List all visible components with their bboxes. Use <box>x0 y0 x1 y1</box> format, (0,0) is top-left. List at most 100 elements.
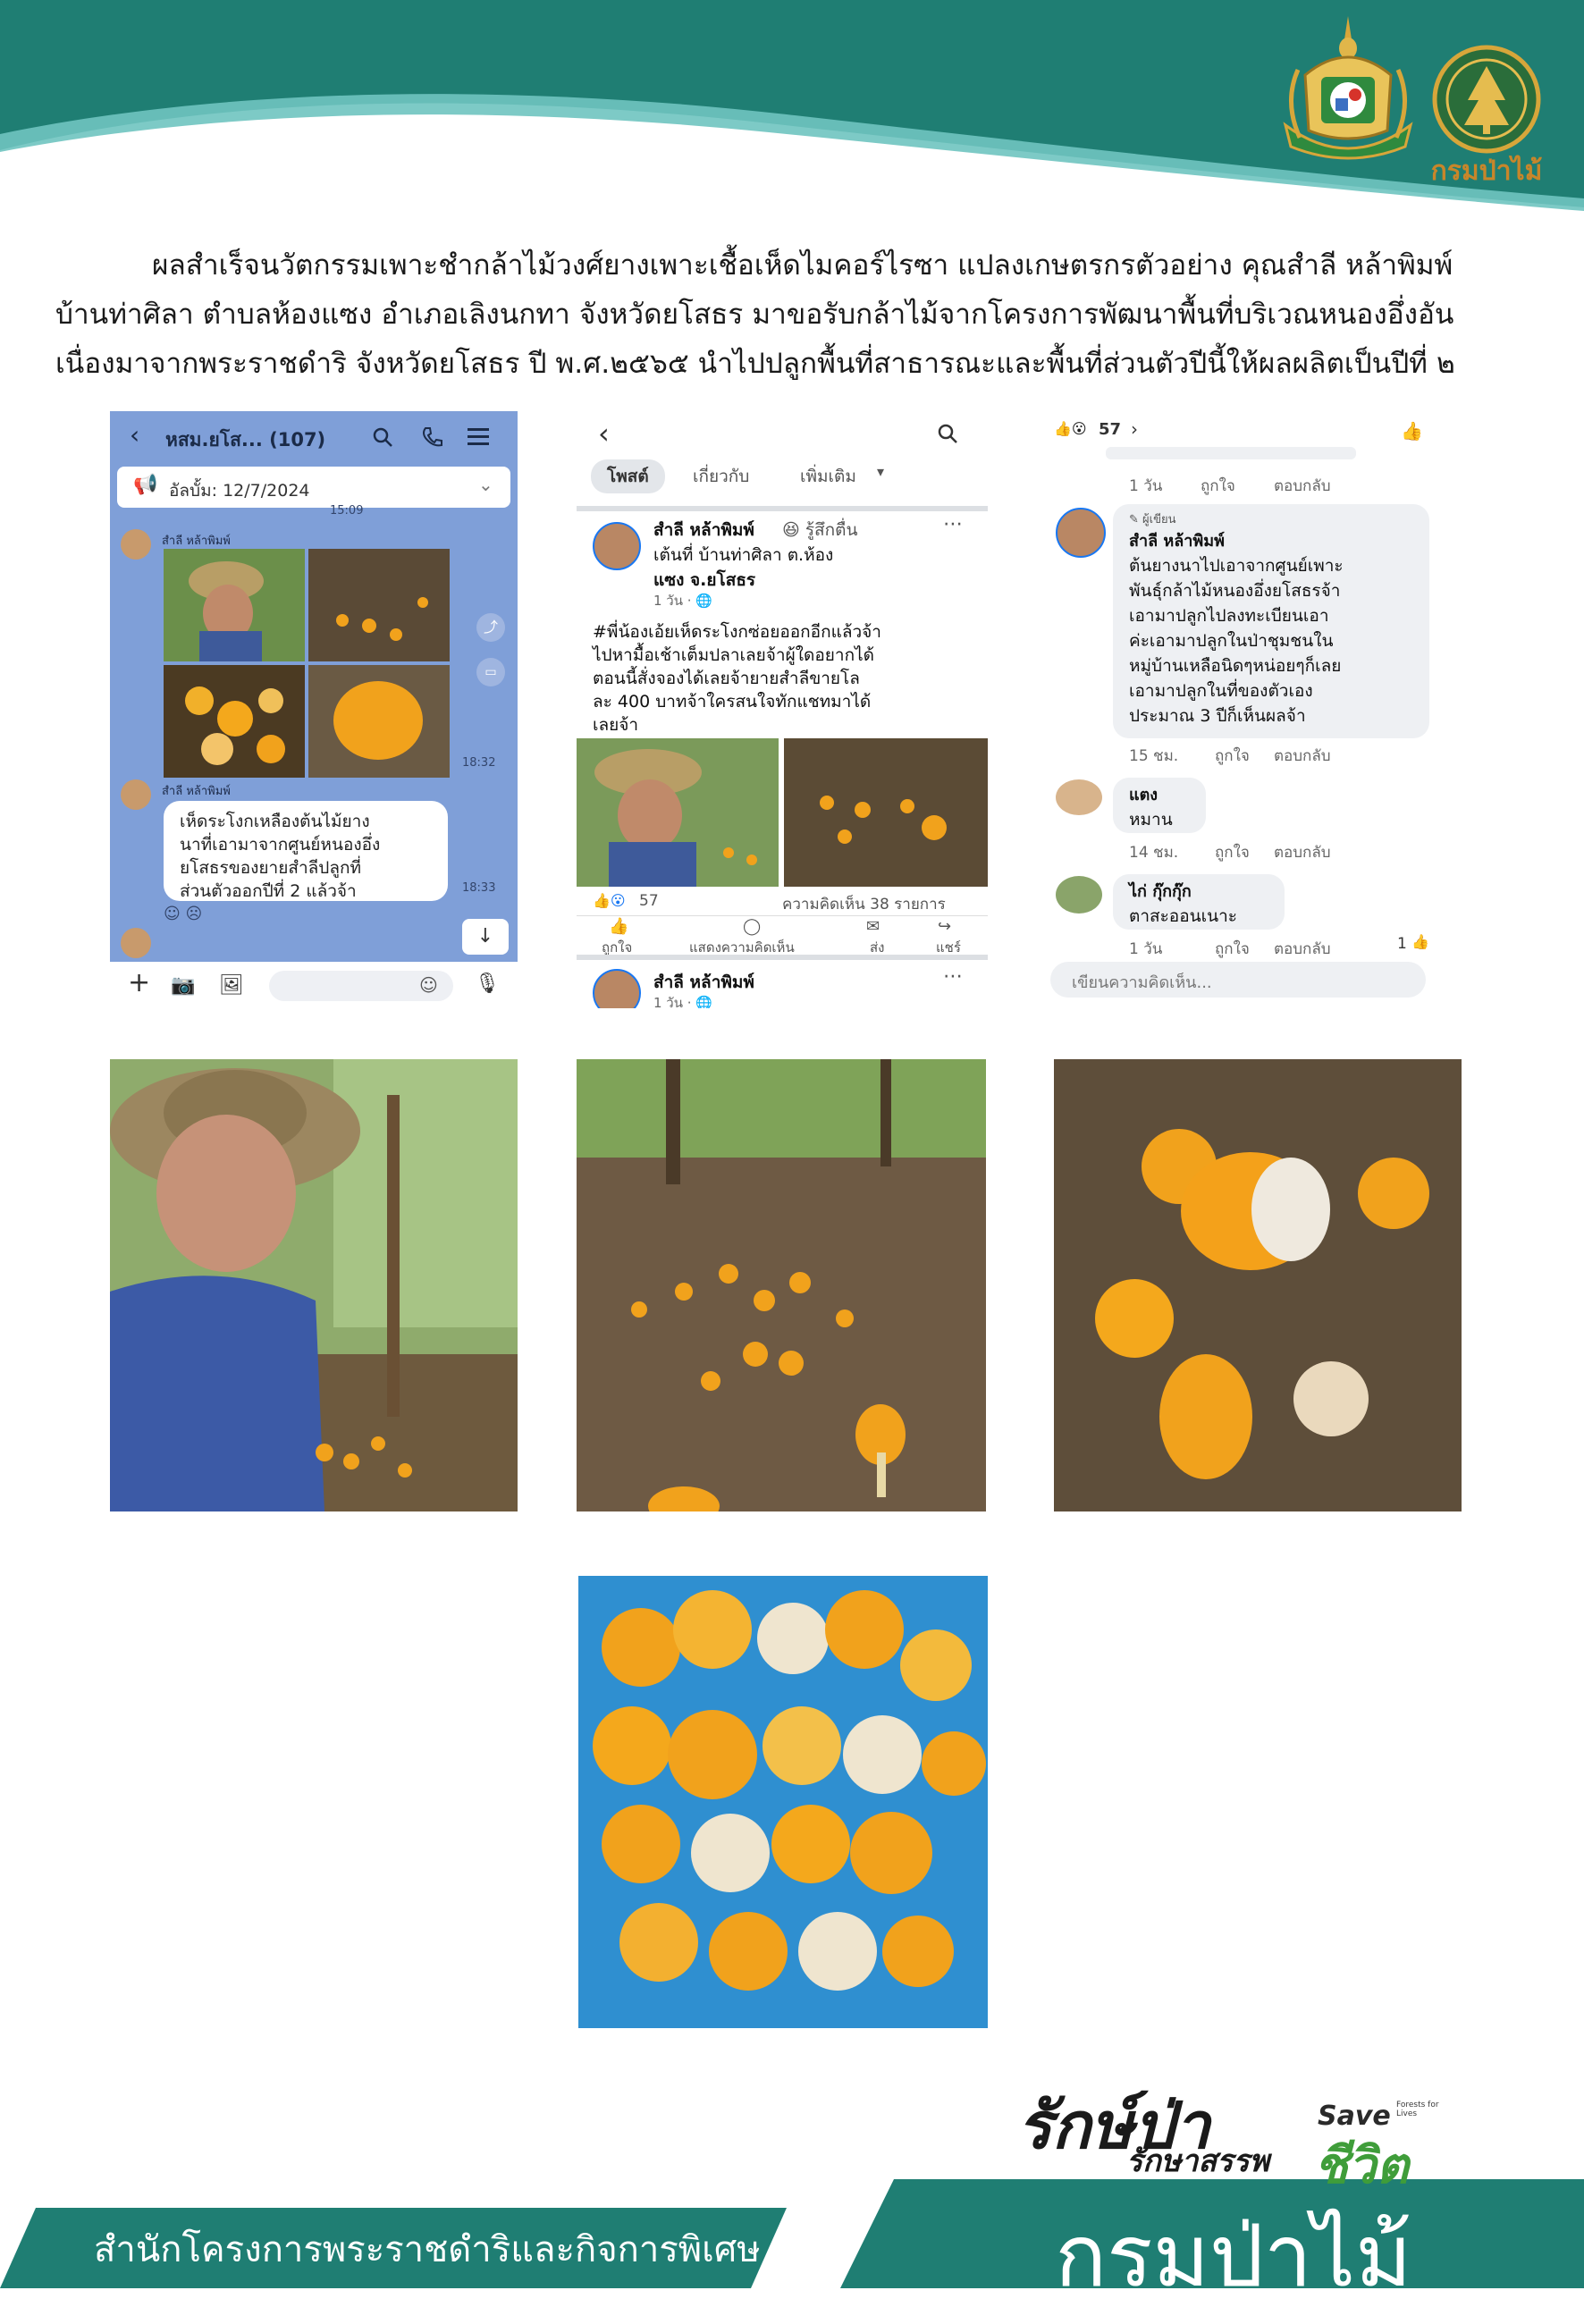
microphone-icon[interactable]: 🎙 <box>475 973 500 995</box>
tab-more[interactable]: เพิ่มเติม <box>800 463 856 490</box>
feeling-text: เต้นที่ บ้านท่าศิลา ต.ห้อง <box>653 545 834 565</box>
comment-line: เอามาปลูกในที่ของตัวเอง <box>1129 681 1313 701</box>
reply-link[interactable]: ตอบกลับ <box>1274 937 1331 961</box>
comment-line: หมู่บ้านเหลือนิดๆหน่อยๆก็เลย <box>1129 656 1342 676</box>
search-icon[interactable] <box>936 422 959 445</box>
reply-link[interactable]: ตอบกลับ <box>1274 840 1331 864</box>
author-badge-label: ผู้เขียน <box>1142 513 1176 526</box>
scroll-down-button[interactable]: ↓ <box>462 919 509 955</box>
chat-group-title: หสม.ยโส... (107) <box>165 429 326 450</box>
share-icon[interactable]: ⤴ <box>476 613 505 642</box>
line-chat-screenshot: ‹ หสม.ยโส... (107) 📢 อัลบั้ม: 12/7/2024 … <box>110 411 518 1008</box>
comment-meta: 1 วัน <box>1129 477 1163 495</box>
sender-name: สำลี หล้าพิมพ์ <box>162 535 231 548</box>
campaign-save-small-text: Forests for Lives <box>1396 2101 1439 2118</box>
chat-photo-grid[interactable] <box>164 549 450 778</box>
avatar[interactable] <box>1056 876 1102 914</box>
comment-line: พันธุ์กล้าไม้หนองอึ่งยโสธรจ้า <box>1129 581 1341 601</box>
commenter-name[interactable]: สำลี หล้าพิมพ์ <box>1129 527 1225 553</box>
chevron-down-icon[interactable]: ⌄ <box>478 474 493 495</box>
post-time: 1 วัน · 🌐 <box>653 995 712 1008</box>
avatar <box>121 529 151 560</box>
photo-mushrooms-forest-floor <box>577 1059 986 1511</box>
like-link[interactable]: ถูกใจ <box>1215 840 1250 864</box>
message-line: ส่วนตัวออกปีที่ 2 แล้วจ้า <box>180 881 357 901</box>
more-options-icon[interactable]: ⋯ <box>943 965 963 988</box>
comment-input-placeholder: เขียนความคิดเห็น... <box>1072 973 1212 992</box>
author-badge: ✎ ผู้เขียน <box>1129 513 1176 526</box>
emoji-icon[interactable]: ☺ <box>419 974 438 996</box>
search-icon[interactable] <box>371 425 394 449</box>
message-time: 18:32 <box>462 756 496 770</box>
comment-count[interactable]: ความคิดเห็น 38 รายการ <box>782 892 946 916</box>
tab-posts[interactable]: โพสต์ <box>591 459 665 493</box>
campaign-sub-text: รักษาสรรพ <box>1126 2143 1270 2179</box>
avatar[interactable] <box>593 522 641 570</box>
send-icon[interactable]: ✉ <box>866 917 880 936</box>
save-forests-campaign-logo: รักษ์ป่า รักษาสรรพ Save Forests for Live… <box>1017 2074 1459 2195</box>
reply-link[interactable]: ตอบกลับ <box>1274 474 1331 498</box>
album-label: อัลบั้ม: 12/7/2024 <box>169 481 310 501</box>
office-name: สำนักโครงการพระราชดำริและกิจการพิเศษ <box>94 2229 761 2270</box>
like-count: 1 <box>1397 935 1407 953</box>
sender-name: สำลี หล้าพิมพ์ <box>162 785 231 798</box>
back-arrow-icon[interactable]: ‹ <box>598 417 610 450</box>
image-icon[interactable]: 🖼 <box>219 974 244 997</box>
post-image-grid[interactable] <box>577 738 988 887</box>
more-options-icon[interactable]: ⋯ <box>943 513 963 535</box>
royal-forest-department-logo <box>1432 45 1541 154</box>
reply-link[interactable]: ตอบกลับ <box>1274 744 1331 768</box>
post-time: 1 วัน · 🌐 <box>653 593 712 609</box>
message-time: 18:33 <box>462 881 496 895</box>
intro-line-1: ผลสำเร็จนวัตกรรมเพาะชำกล้าไม้วงศ์ยางเพาะ… <box>152 249 1453 282</box>
like-icon[interactable]: 👍 <box>609 917 628 936</box>
comment-icon[interactable]: ◯ <box>743 917 761 936</box>
share-icon[interactable]: ↪ <box>938 917 951 936</box>
avatar <box>121 928 151 958</box>
reaction-count[interactable]: 57 <box>1099 420 1121 439</box>
reaction-count[interactable]: 57 <box>639 892 659 910</box>
intro-line-3: เนื่องมาจากพระราชดำริ จังหวัดยโสธร ปี พ.… <box>55 348 1455 380</box>
commenter-name[interactable]: ไก่ กุ๊กกุ๊ก <box>1129 878 1192 904</box>
facebook-comments-screenshot: 👍😮 57 › 👍 1 วัน ถูกใจ ตอบกลับ ✎ ผู้เขียน… <box>1040 411 1447 1008</box>
avatar[interactable] <box>1056 508 1106 558</box>
tab-about[interactable]: เกี่ยวกับ <box>693 463 749 490</box>
comment-line: ต้นยางนาไปเอาจากศูนย์เพาะ <box>1129 556 1344 576</box>
feeling-text: 😆 รู้สึกตื่น <box>782 520 858 540</box>
intro-line-2: บ้านท่าศิลา ตำบลห้องแซง อำเภอเลิงนกทา จั… <box>55 299 1454 331</box>
comment-meta: 15 ชม. <box>1129 747 1179 765</box>
comment-meta: 1 วัน <box>1129 940 1163 958</box>
reaction-icons[interactable]: 👍😮 <box>1054 420 1087 437</box>
phone-icon[interactable] <box>420 425 443 449</box>
camera-icon[interactable]: 📷 <box>171 974 195 997</box>
avatar[interactable] <box>593 969 641 1008</box>
avatar[interactable] <box>1056 779 1102 815</box>
royal-project-seal-logo <box>1283 16 1413 160</box>
reaction-icon[interactable]: ☺ ☹ <box>164 905 202 923</box>
commenter-name[interactable]: แตง <box>1129 781 1158 807</box>
back-arrow-icon[interactable]: ‹ <box>130 420 139 450</box>
keep-icon[interactable]: ▭ <box>476 658 505 686</box>
menu-icon[interactable] <box>468 427 491 447</box>
dept-logo-caption: กรมป่าไม้ <box>1430 156 1543 187</box>
photo-mushroom-basket <box>578 1576 988 2028</box>
megaphone-icon: 📢 <box>133 474 158 496</box>
photo-mushroom-closeup <box>1054 1059 1462 1511</box>
like-link[interactable]: ถูกใจ <box>1215 937 1250 961</box>
photo-farmer-selfie <box>110 1059 518 1511</box>
like-link[interactable]: ถูกใจ <box>1201 474 1235 498</box>
reaction-icons[interactable]: 👍😮 <box>593 892 626 909</box>
post-author[interactable]: สำลี หล้าพิมพ์ <box>653 517 754 543</box>
chevron-right-icon[interactable]: › <box>1131 418 1138 440</box>
like-icon: 👍 <box>1411 933 1429 950</box>
comment-line: เอามาปลูกไปลงทะเบียนเอา <box>1129 606 1329 626</box>
like-icon[interactable]: 👍 <box>1401 420 1423 442</box>
avatar <box>121 779 151 810</box>
comment-line: ค่ะเอามาปลูกในป่าชุมชนใน <box>1129 631 1334 651</box>
caret-down-icon: ▾ <box>877 463 885 480</box>
like-link[interactable]: ถูกใจ <box>1215 744 1250 768</box>
comment-text: ตาสะออนเนาะ <box>1129 906 1237 926</box>
department-name: กรมป่าไม้ <box>1055 2206 1412 2306</box>
comment-text: หมาน <box>1129 810 1173 829</box>
plus-icon[interactable]: + <box>128 967 150 998</box>
